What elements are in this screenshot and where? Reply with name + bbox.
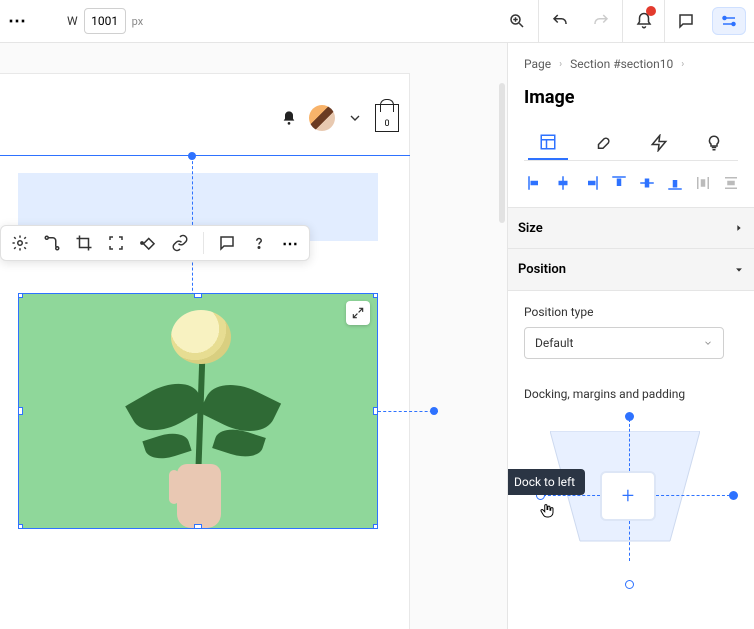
- comment-icon[interactable]: [218, 234, 236, 252]
- position-type-select[interactable]: Default: [524, 327, 724, 359]
- breadcrumb-item[interactable]: Page: [524, 57, 551, 71]
- tab-layout[interactable]: [528, 126, 568, 160]
- more-icon[interactable]: ⋯: [8, 11, 27, 32]
- width-input[interactable]: [84, 8, 126, 34]
- panel-title: Image: [524, 87, 738, 108]
- breadcrumb: Page › Section #section10 ›: [524, 57, 738, 71]
- floating-toolbar: ⋯: [0, 225, 310, 261]
- crop-icon[interactable]: [75, 234, 93, 252]
- align-center-button[interactable]: [554, 173, 572, 193]
- distribute-h-button[interactable]: [694, 173, 712, 193]
- undo-button[interactable]: [538, 0, 580, 42]
- comments-button[interactable]: [664, 0, 706, 42]
- align-right-button[interactable]: [582, 173, 600, 193]
- plus-icon: +: [622, 484, 634, 509]
- scrollbar-track: [499, 83, 505, 223]
- resize-handle[interactable]: [18, 407, 23, 415]
- more-icon[interactable]: ⋯: [282, 234, 299, 253]
- position-section-header[interactable]: Position: [508, 249, 754, 291]
- chevron-down-icon: [703, 338, 713, 348]
- chevron-right-icon: [734, 223, 744, 233]
- width-label: W: [67, 14, 78, 28]
- dock-bottom-handle[interactable]: [625, 580, 634, 589]
- horizontal-guide: [378, 411, 438, 412]
- align-bottom-button[interactable]: [666, 173, 684, 193]
- width-unit: px: [132, 15, 144, 28]
- size-section-header[interactable]: Size: [508, 207, 754, 249]
- dock-center-button[interactable]: +: [600, 471, 656, 521]
- hand-cursor-icon: [538, 501, 556, 521]
- chevron-down-icon[interactable]: [347, 110, 363, 126]
- docking-widget: + Dock to left: [534, 415, 716, 575]
- resize-handle[interactable]: [194, 524, 202, 529]
- resize-handle[interactable]: [373, 407, 378, 415]
- help-icon[interactable]: [250, 234, 268, 252]
- selection-top-edge: [0, 155, 410, 156]
- dock-top-handle[interactable]: [625, 412, 634, 421]
- path-icon[interactable]: [43, 234, 61, 252]
- link-icon[interactable]: [171, 234, 189, 252]
- gear-icon[interactable]: [11, 234, 29, 252]
- docking-label: Docking, margins and padding: [524, 387, 738, 401]
- align-middle-button[interactable]: [638, 173, 656, 193]
- selected-image[interactable]: [18, 293, 378, 529]
- dock-tooltip: Dock to left: [508, 469, 585, 495]
- guide-dot-icon: [430, 407, 438, 415]
- position-type-label: Position type: [524, 305, 738, 319]
- alert-badge-icon: [646, 6, 656, 16]
- canvas[interactable]: 0 ⋯: [0, 43, 508, 629]
- bell-icon: [281, 110, 297, 126]
- chevron-right-icon: ›: [681, 59, 684, 70]
- resize-handle[interactable]: [18, 293, 23, 298]
- guide-dot-icon: [188, 152, 196, 160]
- resize-handle[interactable]: [373, 293, 378, 298]
- avatar: [309, 105, 335, 131]
- dock-right-handle[interactable]: [729, 491, 738, 500]
- chevron-down-icon: [734, 265, 744, 275]
- animation-icon[interactable]: [139, 234, 157, 252]
- tab-interactions[interactable]: [639, 126, 679, 160]
- breadcrumb-item[interactable]: Section #section10: [570, 57, 673, 71]
- notifications-button[interactable]: [622, 0, 664, 42]
- redo-button[interactable]: [580, 0, 622, 42]
- connect-button[interactable]: [712, 7, 746, 35]
- align-left-button[interactable]: [526, 173, 544, 193]
- resize-handle[interactable]: [373, 524, 378, 529]
- tab-tips[interactable]: [694, 126, 734, 160]
- distribute-v-button[interactable]: [722, 173, 740, 193]
- resize-handle[interactable]: [18, 524, 23, 529]
- expand-button[interactable]: [346, 301, 370, 325]
- focus-icon[interactable]: [107, 234, 125, 252]
- tab-design[interactable]: [583, 126, 623, 160]
- cart-icon: 0: [375, 104, 399, 132]
- chevron-right-icon: ›: [559, 59, 562, 70]
- resize-handle[interactable]: [194, 293, 202, 298]
- zoom-button[interactable]: [496, 0, 538, 42]
- align-top-button[interactable]: [610, 173, 628, 193]
